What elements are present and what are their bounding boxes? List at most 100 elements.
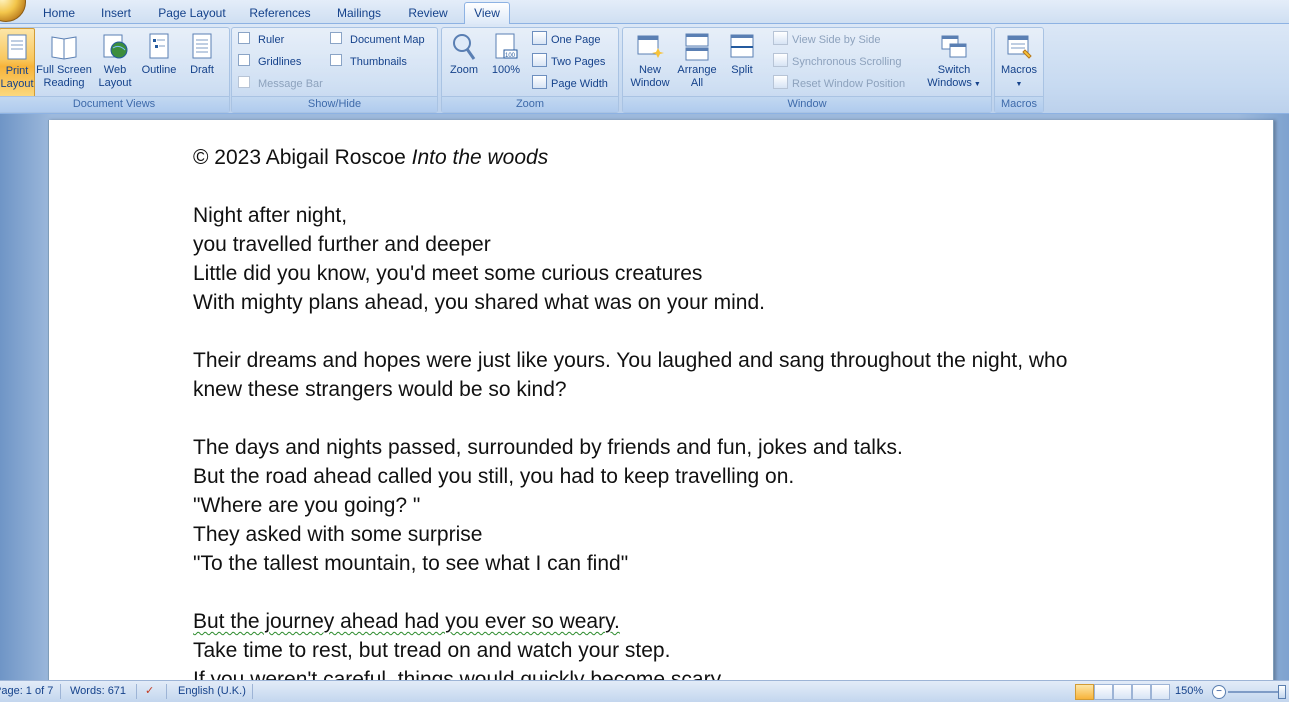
message-bar-checkbox[interactable]: Message Bar [238, 75, 323, 93]
web-layout-button[interactable]: Web Layout [95, 28, 135, 96]
one-page-icon [532, 31, 547, 45]
tab-home[interactable]: Home [36, 3, 82, 23]
message-bar-label: Message Bar [258, 78, 323, 90]
macros-label: Macros [1000, 64, 1038, 76]
arrange-all-button[interactable]: Arrange All [675, 28, 719, 96]
print-layout-view-icon[interactable] [1075, 684, 1094, 700]
web-layout-view-icon[interactable] [1113, 684, 1132, 700]
thumbnails-checkbox[interactable]: Thumbnails [330, 53, 407, 71]
view-side-by-side-button[interactable]: View Side by Side [773, 31, 880, 49]
web-layout-label-1: Web [103, 64, 127, 76]
draft-button[interactable]: Draft [183, 28, 221, 96]
reset-window-position-button[interactable]: Reset Window Position [773, 75, 905, 93]
new-window-button[interactable]: New Window [625, 28, 675, 96]
message-bar-check-icon [238, 76, 250, 88]
split-button[interactable]: Split [723, 28, 761, 96]
page-width-icon [532, 75, 547, 89]
poem-line: But the road ahead called you still, you… [193, 465, 795, 488]
print-layout-button[interactable]: Print Layout [0, 28, 35, 98]
outline-view-icon[interactable] [1132, 684, 1151, 700]
zoom-level[interactable]: 150% [1175, 681, 1203, 702]
ruler-label: Ruler [258, 34, 285, 46]
zoom-100-button[interactable]: 100 100% [486, 28, 526, 96]
poem-line [193, 404, 1133, 433]
switch-windows-label-1: Switch [937, 64, 971, 76]
draft-icon [192, 33, 212, 59]
print-layout-label-2: Layout [0, 78, 34, 90]
outline-icon [149, 33, 169, 59]
tab-insert[interactable]: Insert [94, 3, 138, 23]
macros-button[interactable]: Macros ▼ [997, 28, 1041, 96]
macros-icon [1007, 35, 1032, 59]
document-map-checkbox[interactable]: Document Map [330, 31, 425, 49]
ruler-check-icon [238, 32, 250, 44]
language-indicator[interactable]: English (U.K.) [178, 681, 246, 702]
proofing-icon[interactable]: ✓ [145, 681, 154, 702]
group-document-views: Print Layout Full Screen Reading Web Lay… [0, 27, 230, 113]
group-window: New Window Arrange All Split View Side b… [622, 27, 992, 113]
group-macros: Macros ▼ Macros [994, 27, 1044, 113]
zoom-slider[interactable] [1228, 691, 1282, 693]
split-icon [730, 34, 754, 58]
page-100-icon: 100 [495, 33, 518, 59]
show-hide-group-label: Show/Hide [232, 96, 437, 112]
copyright-text: © 2023 Abigail Roscoe [193, 146, 412, 169]
arrange-all-label-2: All [690, 77, 704, 89]
two-pages-button[interactable]: Two Pages [532, 53, 605, 71]
split-label: Split [731, 64, 753, 76]
ruler-checkbox[interactable]: Ruler [238, 31, 284, 49]
poem-line: The days and nights passed, surrounded b… [193, 436, 903, 459]
zoom-button[interactable]: Zoom [444, 28, 484, 96]
status-separator [166, 684, 167, 699]
magnifier-icon [453, 34, 476, 60]
draft-view-icon[interactable] [1151, 684, 1170, 700]
one-page-button[interactable]: One Page [532, 31, 601, 49]
web-layout-label-2: Layout [98, 77, 132, 89]
poem-line: "Where are you going? " [193, 494, 421, 517]
group-show-hide: Ruler Gridlines Message Bar Document Map… [231, 27, 438, 113]
document-page[interactable]: © 2023 Abigail Roscoe Into the woods Nig… [48, 120, 1274, 680]
poem-line: Little did you know, you'd meet some cur… [193, 262, 703, 285]
tab-page-layout[interactable]: Page Layout [152, 3, 232, 23]
thumbnails-label: Thumbnails [350, 56, 407, 68]
page-width-label: Page Width [551, 78, 608, 90]
reset-window-icon [773, 75, 788, 89]
poem-line: you travelled further and deeper [193, 233, 491, 256]
arrange-all-icon [685, 33, 709, 61]
page-count[interactable]: Page: 1 of 7 [0, 681, 53, 702]
tab-review[interactable]: Review [402, 3, 454, 23]
document-text[interactable]: © 2023 Abigail Roscoe Into the woods Nig… [193, 143, 1133, 680]
book-icon [51, 36, 77, 60]
gridlines-checkbox[interactable]: Gridlines [238, 53, 301, 71]
status-separator [60, 684, 61, 699]
page-width-button[interactable]: Page Width [532, 75, 608, 93]
new-window-icon [637, 35, 664, 58]
tab-mailings[interactable]: Mailings [328, 3, 390, 23]
tab-view[interactable]: View [464, 2, 510, 24]
switch-windows-button[interactable]: Switch Windows ▼ [921, 28, 987, 96]
zoom-out-icon[interactable]: − [1212, 685, 1226, 699]
document-area[interactable]: © 2023 Abigail Roscoe Into the woods Nig… [0, 114, 1289, 680]
new-window-label-2: Window [630, 77, 670, 89]
word-count[interactable]: Words: 671 [70, 681, 126, 702]
document-map-label: Document Map [350, 34, 425, 46]
synchronous-scrolling-button[interactable]: Synchronous Scrolling [773, 53, 901, 71]
outline-button[interactable]: Outline [137, 28, 181, 96]
zoom-100-label: 100% [491, 64, 521, 76]
sync-scroll-icon [773, 53, 788, 67]
reset-window-position-label: Reset Window Position [792, 78, 906, 90]
tab-references[interactable]: References [244, 3, 316, 23]
poem-line: Their dreams and hopes were just like yo… [193, 349, 1068, 372]
print-layout-label-1: Print [5, 65, 29, 77]
full-screen-view-icon[interactable] [1094, 684, 1113, 700]
status-separator [252, 684, 253, 699]
zoom-slider-thumb[interactable] [1278, 685, 1286, 699]
full-screen-reading-button[interactable]: Full Screen Reading [35, 28, 93, 96]
group-zoom: Zoom 100 100% One Page Two Pages Page Wi… [441, 27, 619, 113]
office-button[interactable] [0, 0, 26, 22]
view-side-by-side-label: View Side by Side [792, 34, 881, 46]
outline-label: Outline [141, 64, 177, 76]
poem-line [193, 578, 1133, 607]
new-window-label-1: New [638, 64, 661, 76]
